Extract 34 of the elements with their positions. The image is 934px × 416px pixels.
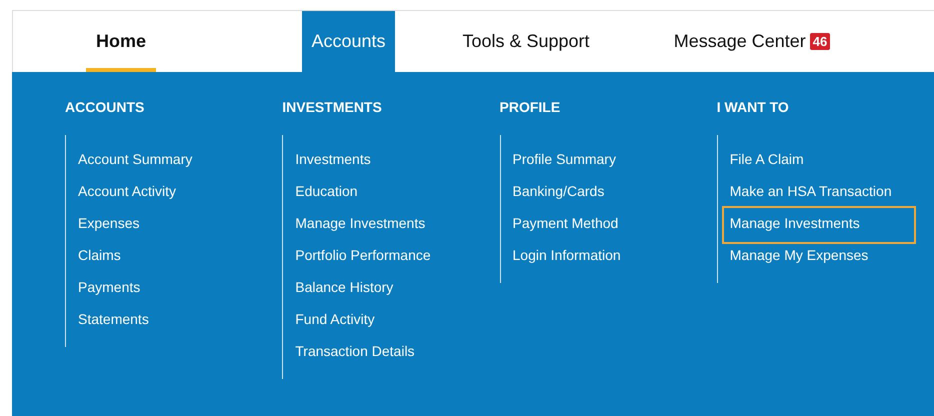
nav-tab[interactable]: Message Center 46 bbox=[657, 11, 847, 72]
menu-link[interactable]: Claims bbox=[78, 243, 121, 267]
menu-link[interactable]: Statements bbox=[78, 307, 149, 331]
menu-link[interactable]: Balance History bbox=[295, 275, 394, 299]
menu-link[interactable]: Manage Investments bbox=[730, 211, 860, 235]
menu-link[interactable]: Investments bbox=[295, 147, 371, 171]
menu-link[interactable]: Payments bbox=[78, 275, 140, 299]
menu-link[interactable]: Banking/Cards bbox=[512, 179, 604, 203]
menu-link[interactable]: Account Summary bbox=[78, 147, 192, 171]
tab-label: Tools & Support bbox=[462, 31, 590, 52]
menu-link[interactable]: Manage My Expenses bbox=[730, 243, 868, 267]
menu-link[interactable]: Education bbox=[295, 179, 358, 203]
count-badge: 46 bbox=[810, 33, 830, 50]
nav-tab[interactable]: Tools & Support bbox=[395, 11, 657, 72]
column-heading: INVESTMENTS bbox=[282, 99, 383, 117]
tab-label: Accounts bbox=[311, 31, 386, 52]
menu-link[interactable]: File A Claim bbox=[730, 147, 804, 171]
menu-link[interactable]: Transaction Details bbox=[295, 339, 415, 363]
menu-link[interactable]: Login Information bbox=[512, 243, 621, 267]
menu-link[interactable]: Account Activity bbox=[78, 179, 176, 203]
menu-link[interactable]: Portfolio Performance bbox=[295, 243, 431, 267]
tab-label: Message Center bbox=[674, 31, 806, 52]
tab-label: Home bbox=[96, 31, 146, 52]
column-heading: ACCOUNTS bbox=[65, 99, 146, 117]
menu-link[interactable]: Make an HSA Transaction bbox=[730, 179, 892, 203]
menu-link[interactable]: Fund Activity bbox=[295, 307, 375, 331]
nav-tab[interactable]: Home bbox=[13, 11, 229, 72]
nav-tab[interactable]: Accounts bbox=[302, 11, 395, 72]
menu-link[interactable]: Profile Summary bbox=[512, 147, 616, 171]
menu-link[interactable]: Expenses bbox=[78, 211, 140, 235]
column-heading: I WANT TO bbox=[716, 99, 790, 117]
menu-link[interactable]: Payment Method bbox=[512, 211, 618, 235]
column-heading: PROFILE bbox=[500, 99, 562, 117]
menu-link[interactable]: Manage Investments bbox=[295, 211, 426, 235]
